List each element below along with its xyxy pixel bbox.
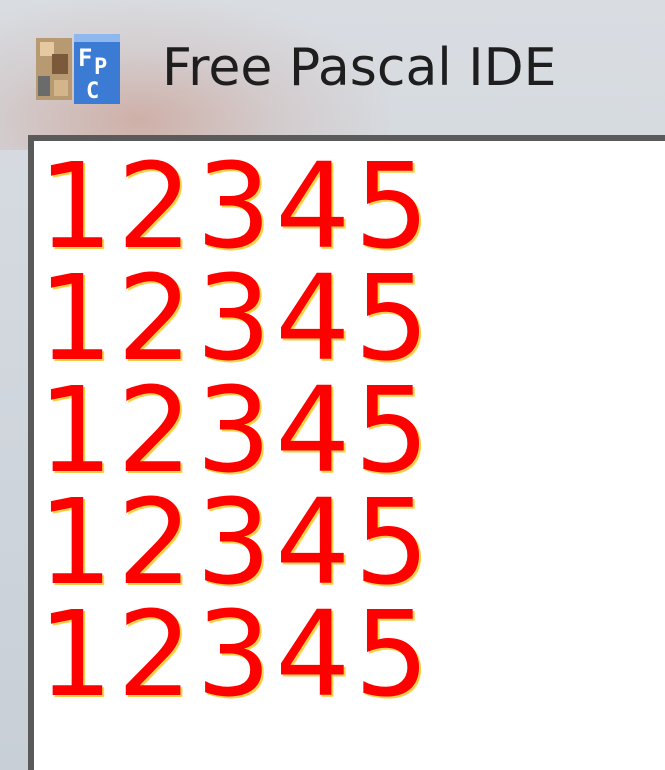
ide-window: F P C Free Pascal IDE 12345 12345 12345 … [0,0,665,770]
svg-text:C: C [86,79,99,104]
output-line: 12345 [38,249,434,387]
window-title: Free Pascal IDE [162,38,557,98]
output-line: 12345 [38,473,434,611]
svg-text:F: F [78,44,92,72]
output-line: 12345 [38,585,434,723]
output-line: 12345 [38,361,434,499]
svg-text:P: P [94,55,107,80]
console-output: 12345 12345 12345 12345 12345 [38,137,434,723]
free-pascal-app-icon[interactable]: F P C [34,28,124,108]
title-bar[interactable]: F P C Free Pascal IDE [0,0,665,135]
output-line: 12345 [38,137,434,275]
